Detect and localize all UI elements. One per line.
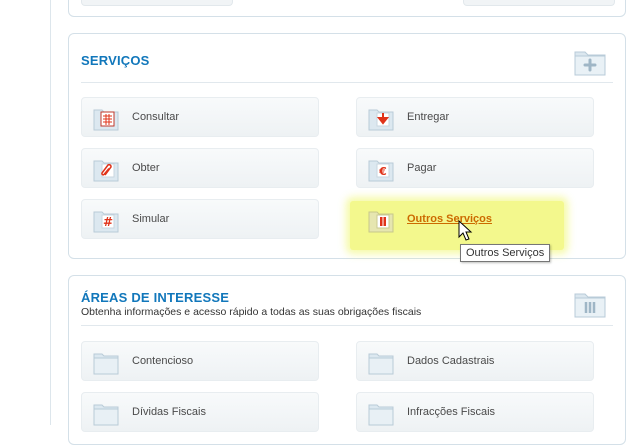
- contencioso-button[interactable]: Contencioso: [81, 341, 319, 381]
- consultar-label: Consultar: [132, 111, 180, 123]
- infraccoes-fiscais-label: Infracções Fiscais: [407, 406, 496, 418]
- services-title: SERVIÇOS: [81, 53, 150, 68]
- services-divider: [81, 82, 613, 83]
- folder-list-icon: [574, 293, 606, 318]
- outros-servicos-button[interactable]: Outros Serviços: [356, 199, 594, 239]
- hash-icon: #: [93, 211, 119, 233]
- areas-title: ÁREAS DE INTERESSE: [81, 290, 230, 305]
- consultar-button[interactable]: Consultar: [81, 97, 319, 137]
- folder-icon: [93, 404, 119, 426]
- calendar-icon: [93, 109, 119, 131]
- arrow-down-icon: [368, 109, 394, 131]
- previous-panel-button-left[interactable]: [81, 0, 233, 6]
- document-icon: [368, 211, 394, 233]
- folder-add-icon: [574, 51, 606, 76]
- dados-cadastrais-label: Dados Cadastrais: [407, 355, 495, 367]
- folder-icon: [93, 353, 119, 375]
- simular-button[interactable]: # Simular: [81, 199, 319, 239]
- simular-label: Simular: [132, 213, 170, 225]
- pagar-button[interactable]: € Pagar: [356, 148, 594, 188]
- folder-icon: [368, 353, 394, 375]
- obter-button[interactable]: Obter: [81, 148, 319, 188]
- areas-divider: [81, 325, 613, 326]
- areas-subtitle: Obtenha informações e acesso rápido a to…: [81, 306, 422, 318]
- svg-text:#: #: [103, 215, 113, 229]
- left-divider: [50, 0, 51, 425]
- folder-icon: [368, 404, 394, 426]
- paperclip-icon: [93, 160, 119, 182]
- dados-cadastrais-button[interactable]: Dados Cadastrais: [356, 341, 594, 381]
- dividas-fiscais-button[interactable]: Dívidas Fiscais: [81, 392, 319, 432]
- infraccoes-fiscais-button[interactable]: Infracções Fiscais: [356, 392, 594, 432]
- euro-icon: €: [368, 160, 394, 182]
- obter-label: Obter: [132, 162, 160, 174]
- previous-panel: [68, 0, 626, 17]
- tooltip: Outros Serviços: [460, 244, 551, 262]
- contencioso-label: Contencioso: [132, 355, 194, 367]
- mouse-pointer-icon: [458, 220, 473, 241]
- dividas-fiscais-label: Dívidas Fiscais: [132, 406, 206, 418]
- entregar-label: Entregar: [407, 111, 450, 123]
- pagar-label: Pagar: [407, 162, 437, 174]
- svg-text:€: €: [378, 165, 387, 178]
- outros-servicos-label: Outros Serviços: [407, 213, 492, 225]
- previous-panel-button-right[interactable]: [463, 0, 615, 6]
- entregar-button[interactable]: Entregar: [356, 97, 594, 137]
